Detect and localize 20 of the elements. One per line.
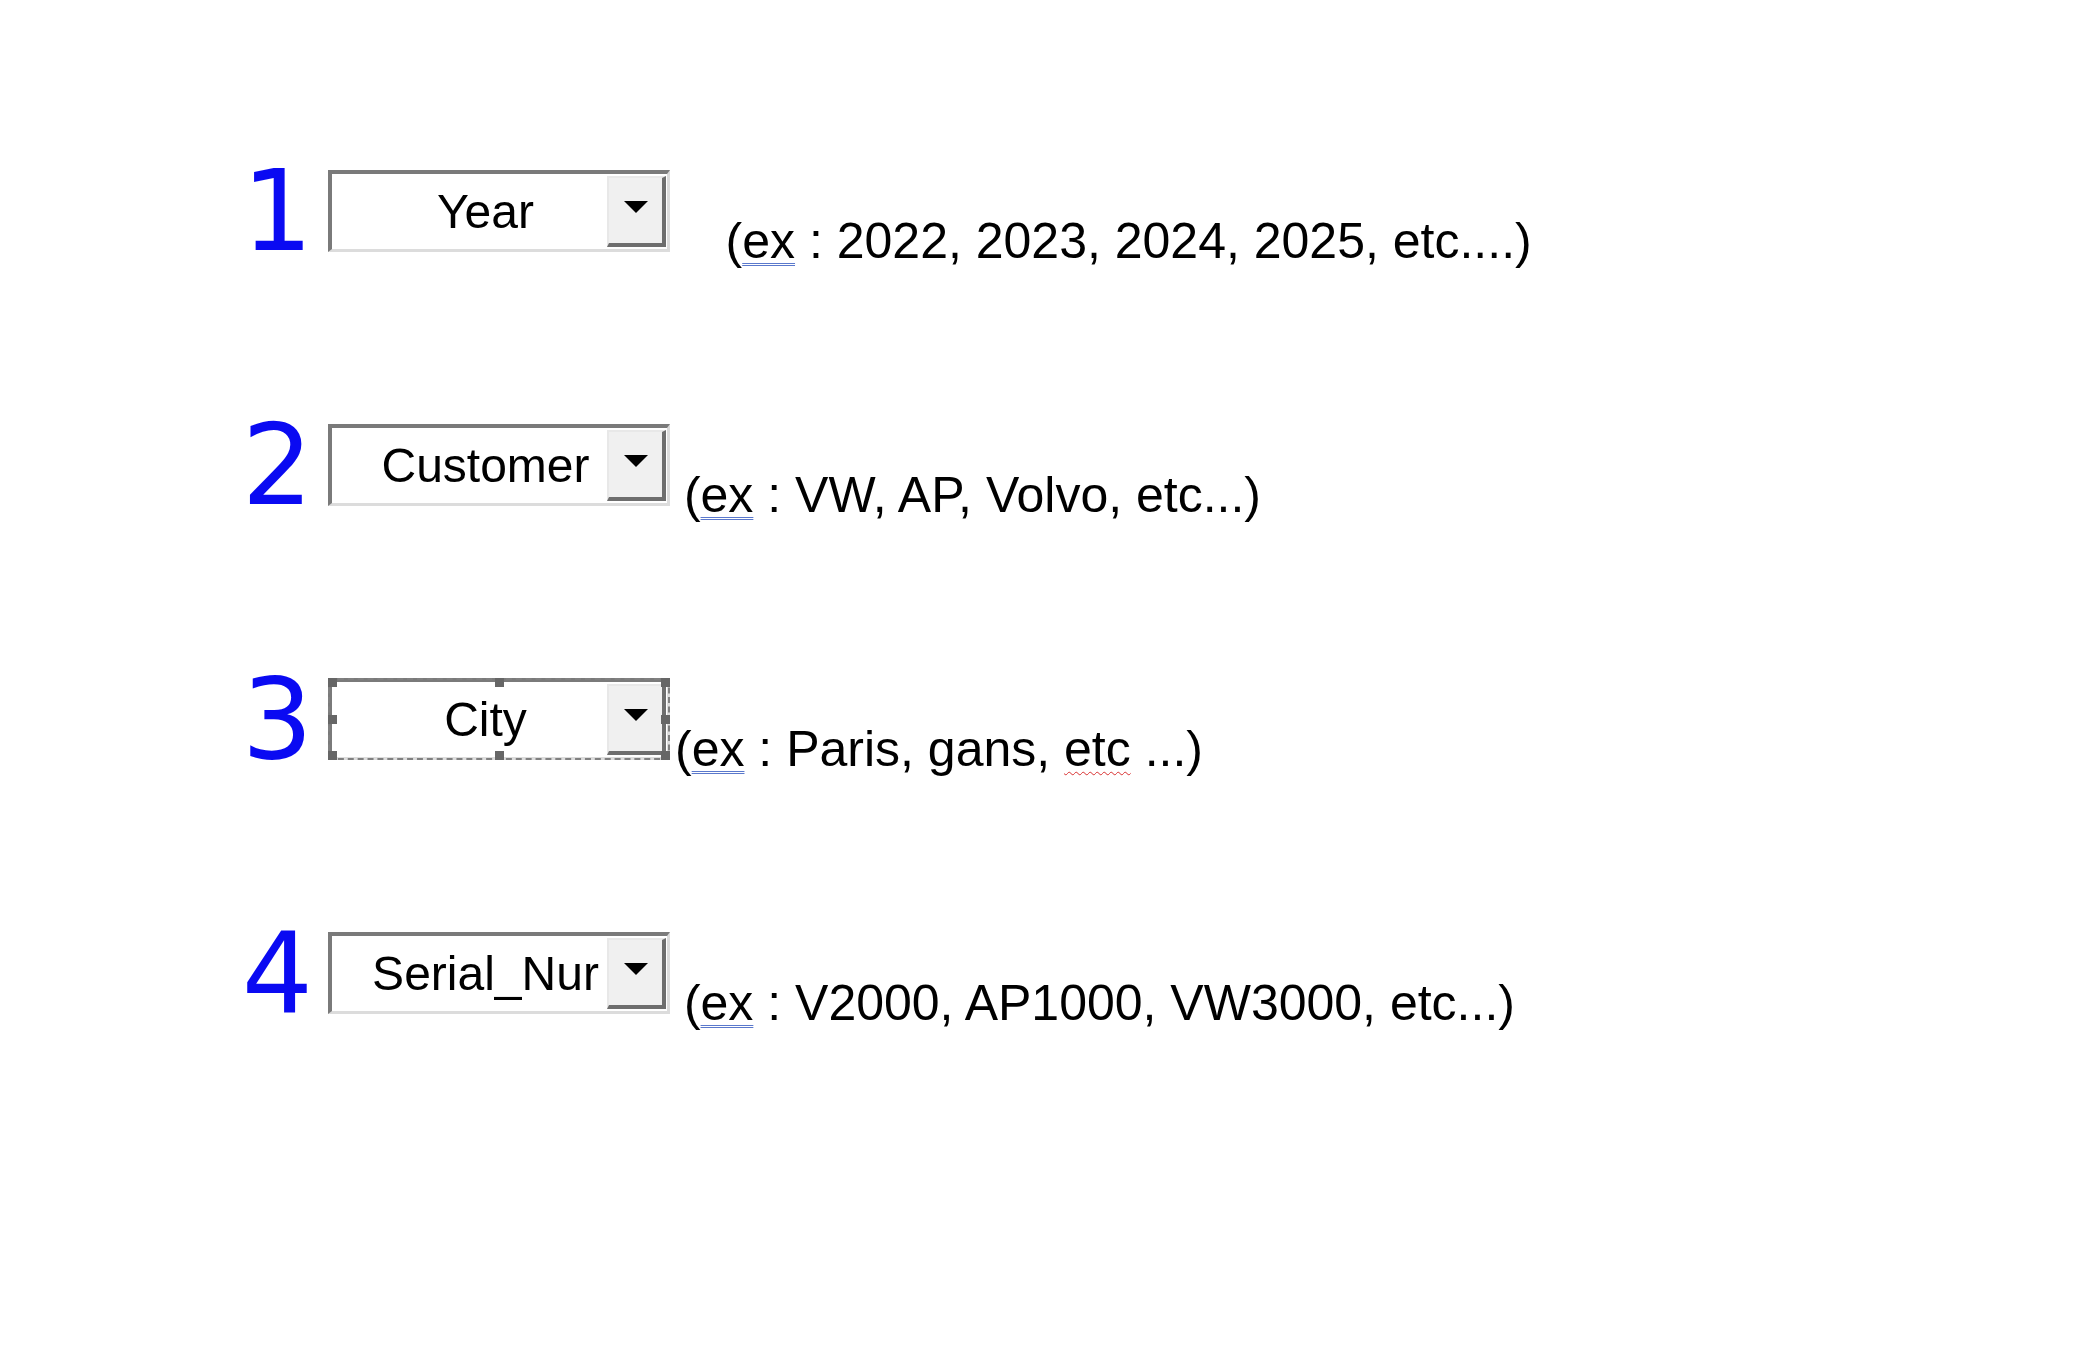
example-text: (ex : 2022, 2023, 2024, 2025, etc....) xyxy=(724,213,1532,269)
dropdown[interactable]: City xyxy=(328,678,670,760)
dropdown-button[interactable] xyxy=(607,684,666,755)
handwritten-number: 2 xyxy=(240,405,313,525)
example-text: (ex : V2000, AP1000, VW3000, etc...) xyxy=(682,975,1515,1031)
dropdown[interactable]: Serial_Nur xyxy=(328,932,670,1014)
caret-icon xyxy=(623,962,648,975)
dropdown[interactable]: Customer xyxy=(328,424,670,506)
caret-icon xyxy=(623,454,648,467)
handwritten-number: 4 xyxy=(240,913,313,1033)
dropdown-button[interactable] xyxy=(607,176,666,247)
dropdown-button[interactable] xyxy=(607,430,666,501)
caret-icon xyxy=(623,708,648,721)
example-text: (ex : VW, AP, Volvo, etc...) xyxy=(682,467,1261,523)
example-text: (ex : Paris, gans, etc ...) xyxy=(675,721,1203,777)
caret-icon xyxy=(623,200,648,213)
dropdown[interactable]: Year xyxy=(328,170,670,252)
handwritten-number: 1 xyxy=(240,151,313,271)
handwritten-number: 3 xyxy=(240,659,313,779)
dropdown-button[interactable] xyxy=(607,938,666,1009)
